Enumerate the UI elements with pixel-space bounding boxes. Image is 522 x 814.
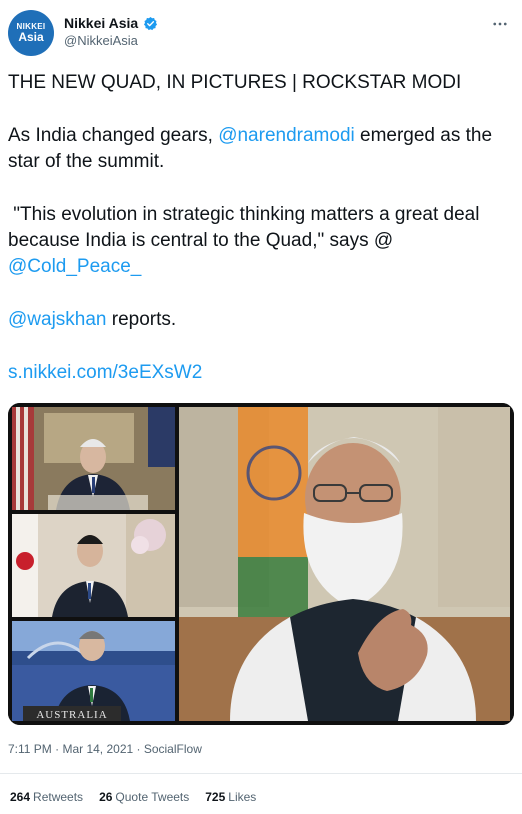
name-row: Nikkei Asia xyxy=(64,15,158,31)
text-segment: reports. xyxy=(106,309,177,330)
avatar[interactable]: NIKKEI Asia xyxy=(8,10,54,56)
handle[interactable]: @NikkeiAsia xyxy=(64,33,138,48)
retweets-count: 264 xyxy=(10,790,31,804)
retweets-label: Retweets xyxy=(33,790,84,804)
quote-tweets-stat[interactable]: 26 Quote Tweets xyxy=(99,790,189,804)
tweet-photo[interactable]: AUSTRALIA xyxy=(8,403,514,725)
quotes-count: 26 xyxy=(99,790,113,804)
tweet-timestamp[interactable]: 7:11 PM · Mar 14, 2021 · SocialFlow xyxy=(8,742,202,756)
tweet-header: NIKKEI Asia Nikkei Asia @NikkeiAsia xyxy=(8,10,514,56)
engagement-stats: 264 Retweets 26 Quote Tweets 725 Likes xyxy=(10,790,256,804)
article-link[interactable]: s.nikkei.com/3eEXsW2 xyxy=(8,362,202,383)
paragraph-summit: As India changed gears, @narendramodi em… xyxy=(8,123,508,175)
quote-text: "This evolution in strategic thinking ma… xyxy=(8,204,485,251)
display-name[interactable]: Nikkei Asia xyxy=(64,15,138,31)
paragraph-reports: @wajskhan reports. xyxy=(8,307,508,333)
divider xyxy=(0,773,522,774)
likes-stat[interactable]: 725 Likes xyxy=(205,790,256,804)
verified-badge-icon xyxy=(143,16,158,31)
more-options-icon[interactable] xyxy=(490,14,510,34)
country-caption: AUSTRALIA xyxy=(36,709,107,721)
video-panel-main xyxy=(179,407,510,721)
mention-wajskhan[interactable]: @wajskhan xyxy=(8,309,107,330)
paragraph-quote: "This evolution in strategic thinking ma… xyxy=(8,202,508,280)
quotes-label: Quote Tweets xyxy=(115,790,190,804)
retweets-stat[interactable]: 264 Retweets xyxy=(10,790,83,804)
avatar-text-bottom: Asia xyxy=(18,30,44,44)
headline: THE NEW QUAD, IN PICTURES | ROCKSTAR MOD… xyxy=(8,72,462,93)
mention-narendramodi[interactable]: @narendramodi xyxy=(218,125,355,146)
likes-label: Likes xyxy=(228,790,257,804)
video-panel-bottom: AUSTRALIA xyxy=(12,621,175,721)
video-panel-top xyxy=(12,407,175,510)
likes-count: 725 xyxy=(205,790,226,804)
text-segment: As India changed gears, xyxy=(8,125,219,146)
mention-cold-peace[interactable]: @Cold_Peace_ xyxy=(8,256,141,277)
video-panel-middle xyxy=(12,514,175,617)
tweet: NIKKEI Asia Nikkei Asia @NikkeiAsia THE … xyxy=(0,0,522,814)
tweet-text: THE NEW QUAD, IN PICTURES | ROCKSTAR MOD… xyxy=(8,70,508,386)
